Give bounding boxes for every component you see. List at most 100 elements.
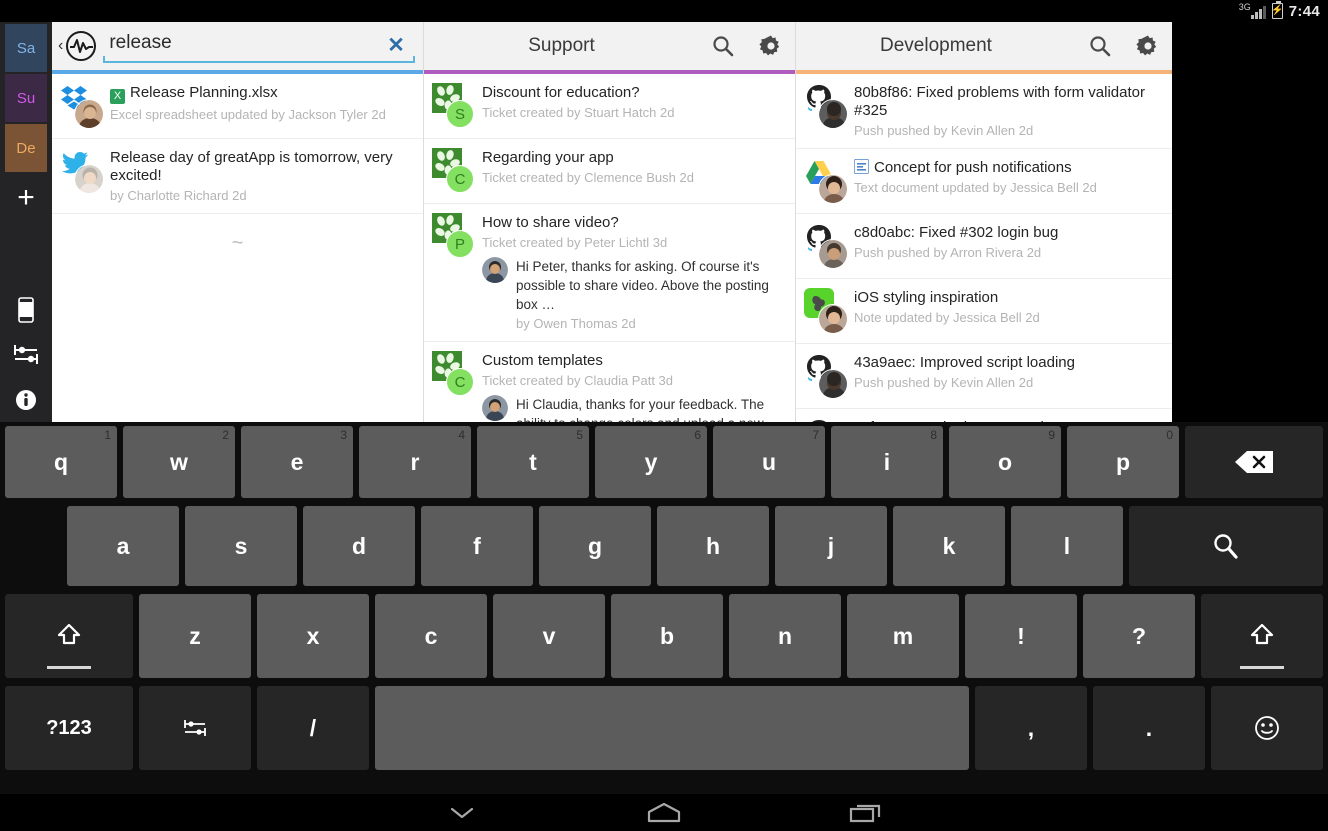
search-icon[interactable] xyxy=(699,22,747,70)
key-i[interactable]: 8i xyxy=(831,426,943,498)
row-title: Concept for push notifications xyxy=(854,159,1162,177)
initial-badge: C xyxy=(446,368,474,396)
recents-button[interactable] xyxy=(825,794,907,831)
shift-icon xyxy=(1250,623,1274,645)
row-subtitle: Push pushed by Arron Rivera 2d xyxy=(854,245,1042,260)
list-item[interactable]: 80b8f86: Fixed problems with form valida… xyxy=(796,74,1172,149)
row-title: Regarding your app xyxy=(482,149,614,166)
key-z[interactable]: z xyxy=(139,594,251,678)
row-icon xyxy=(804,83,850,129)
row-body: Concept for push notifications Text docu… xyxy=(854,158,1162,204)
slash-key[interactable]: / xyxy=(257,686,369,770)
key-question[interactable]: ? xyxy=(1083,594,1195,678)
list-item[interactable]: S Discount for education? Ticket created… xyxy=(424,74,795,139)
key-a[interactable]: a xyxy=(67,506,179,586)
row-body: c8d0abc: Fixed #302 login bug Push pushe… xyxy=(854,223,1162,269)
key-f[interactable]: f xyxy=(421,506,533,586)
row-subtitle: Ticket created by Stuart Hatch 2d xyxy=(482,105,675,120)
list-item[interactable]: C Custom templates Ticket created by Cla… xyxy=(424,342,795,422)
key-y[interactable]: 6y xyxy=(595,426,707,498)
support-list: S Discount for education? Ticket created… xyxy=(424,74,795,422)
clear-search-button[interactable]: ✕ xyxy=(385,34,407,56)
list-item[interactable]: X Release Planning.xlsx Excel spreadsheet… xyxy=(52,74,423,139)
gear-icon[interactable] xyxy=(1124,22,1172,70)
key-o[interactable]: 9o xyxy=(949,426,1061,498)
shift-key-right[interactable] xyxy=(1201,594,1323,678)
key-b[interactable]: b xyxy=(611,594,723,678)
status-bar: 3G ⚡ 7:44 xyxy=(0,0,1328,22)
row-subtitle: Ticket created by Peter Lichtl 3d xyxy=(482,235,668,250)
recents-icon xyxy=(849,804,881,822)
gear-icon[interactable] xyxy=(747,22,795,70)
column-support: Support S Discount for education? Ticket… xyxy=(424,22,796,422)
key-c[interactable]: c xyxy=(375,594,487,678)
add-account-button[interactable]: + xyxy=(5,172,47,224)
backspace-key[interactable] xyxy=(1185,426,1323,498)
symbols-key[interactable]: ?123 xyxy=(5,686,133,770)
row-body: 80b8f86: Fixed problems with form valida… xyxy=(854,83,1162,139)
key-t[interactable]: 5t xyxy=(477,426,589,498)
rail-account-development[interactable]: De xyxy=(5,124,47,172)
back-chevron-icon[interactable]: ‹ xyxy=(58,38,63,54)
clock-label: 7:44 xyxy=(1288,2,1320,20)
rail-account-support[interactable]: Su xyxy=(5,74,47,122)
list-item[interactable]: Release day of greatApp is tomorrow, ver… xyxy=(52,139,423,214)
key-n[interactable]: n xyxy=(729,594,841,678)
sliders-icon xyxy=(184,720,206,736)
list-item[interactable]: iOS styling inspiration Note updated by … xyxy=(796,279,1172,344)
back-button[interactable] xyxy=(421,794,503,831)
key-r[interactable]: 4r xyxy=(359,426,471,498)
search-field[interactable]: ✕ xyxy=(103,26,415,66)
keyboard-settings-key[interactable] xyxy=(139,686,251,770)
plus-icon: + xyxy=(17,181,35,214)
space-key[interactable] xyxy=(375,686,969,770)
text-document-icon xyxy=(854,159,869,174)
key-q[interactable]: 1q xyxy=(5,426,117,498)
list-item[interactable]: 5cf8288: Worked on CSS robustness Push p… xyxy=(796,409,1172,422)
avatar xyxy=(74,164,104,194)
key-m[interactable]: m xyxy=(847,594,959,678)
shift-key-left[interactable] xyxy=(5,594,133,678)
row-body: Regarding your app Ticket created by Cle… xyxy=(482,148,785,194)
home-button[interactable] xyxy=(623,794,705,831)
key-l[interactable]: l xyxy=(1011,506,1123,586)
key-g[interactable]: g xyxy=(539,506,651,586)
list-item[interactable]: 43a9aec: Improved script loading Push pu… xyxy=(796,344,1172,409)
rail-account-sales[interactable]: Sa xyxy=(5,24,47,72)
sliders-icon[interactable] xyxy=(5,332,47,377)
list-item[interactable]: c8d0abc: Fixed #302 login bug Push pushe… xyxy=(796,214,1172,279)
key-s[interactable]: s xyxy=(185,506,297,586)
row-title: Discount for education? xyxy=(482,84,640,101)
list-item[interactable]: Concept for push notifications Text docu… xyxy=(796,149,1172,214)
list-item[interactable]: P How to share video? Ticket created by … xyxy=(424,204,795,342)
key-h[interactable]: h xyxy=(657,506,769,586)
search-icon[interactable] xyxy=(1076,22,1124,70)
key-w[interactable]: 2w xyxy=(123,426,235,498)
column-header: Support xyxy=(424,22,795,70)
period-key[interactable]: . xyxy=(1093,686,1205,770)
search-input[interactable] xyxy=(103,26,415,60)
keyboard-row-1: 1q 2w 3e 4r 5t 6y 7u 8i 9o 0p xyxy=(0,422,1328,502)
key-k[interactable]: k xyxy=(893,506,1005,586)
info-icon[interactable] xyxy=(5,377,47,422)
key-d[interactable]: d xyxy=(303,506,415,586)
comma-key[interactable]: , xyxy=(975,686,1087,770)
row-icon: S xyxy=(432,83,478,129)
key-e[interactable]: 3e xyxy=(241,426,353,498)
key-j[interactable]: j xyxy=(775,506,887,586)
app-area: Sa Su De + ‹ release ✕ X Release Plannin… xyxy=(0,22,1328,422)
key-p[interactable]: 0p xyxy=(1067,426,1179,498)
initial-badge: P xyxy=(446,230,474,258)
reply-author: by Owen Thomas 2d xyxy=(516,316,636,331)
row-title: How to share video? xyxy=(482,214,619,231)
key-v[interactable]: v xyxy=(493,594,605,678)
key-exclamation[interactable]: ! xyxy=(965,594,1077,678)
search-key[interactable] xyxy=(1129,506,1323,586)
app-logo[interactable]: ‹ xyxy=(58,30,97,62)
keyboard-row-3: z x c v b n m ! ? xyxy=(0,590,1328,682)
emoji-key[interactable] xyxy=(1211,686,1323,770)
phone-icon[interactable] xyxy=(5,287,47,332)
key-x[interactable]: x xyxy=(257,594,369,678)
list-item[interactable]: C Regarding your app Ticket created by C… xyxy=(424,139,795,204)
key-u[interactable]: 7u xyxy=(713,426,825,498)
